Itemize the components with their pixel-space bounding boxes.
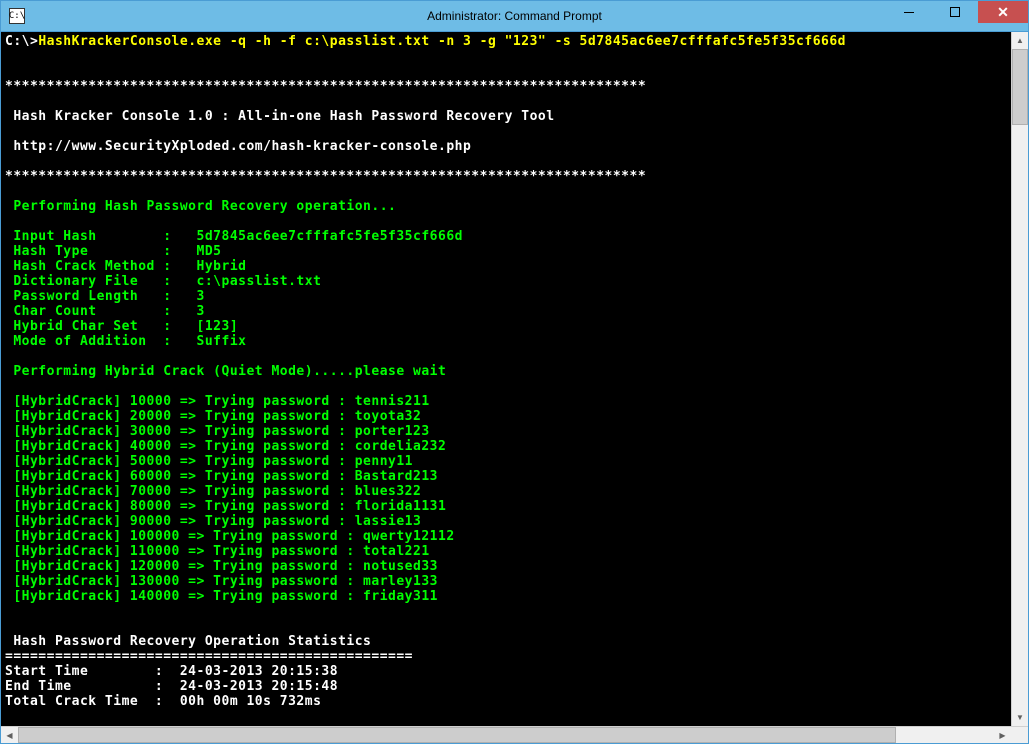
maximize-button[interactable] (932, 1, 978, 23)
minimize-icon (904, 12, 914, 13)
scroll-up-button[interactable]: ▲ (1012, 32, 1028, 49)
app-icon: C:\ (9, 8, 25, 24)
console-area: C:\>HashKrackerConsole.exe -q -h -f c:\p… (1, 31, 1028, 726)
scroll-track-vertical[interactable] (1012, 49, 1028, 709)
titlebar[interactable]: C:\ Administrator: Command Prompt ✕ (1, 1, 1028, 31)
window-controls: ✕ (886, 1, 1028, 31)
scroll-down-button[interactable]: ▼ (1012, 709, 1028, 726)
close-icon: ✕ (997, 4, 1009, 21)
scroll-corner (1011, 727, 1028, 743)
maximize-icon (950, 7, 960, 17)
scroll-thumb-vertical[interactable] (1012, 49, 1028, 125)
minimize-button[interactable] (886, 1, 932, 23)
horizontal-scrollbar[interactable]: ◀ ▶ (1, 726, 1028, 743)
command-prompt-window: C:\ Administrator: Command Prompt ✕ C:\>… (0, 0, 1029, 744)
console-output[interactable]: C:\>HashKrackerConsole.exe -q -h -f c:\p… (1, 32, 1011, 726)
scroll-left-button[interactable]: ◀ (1, 727, 18, 743)
scroll-right-button[interactable]: ▶ (994, 727, 1011, 743)
vertical-scrollbar[interactable]: ▲ ▼ (1011, 32, 1028, 726)
window-title: Administrator: Command Prompt (427, 9, 602, 23)
close-button[interactable]: ✕ (978, 1, 1028, 23)
scroll-thumb-horizontal[interactable] (18, 727, 896, 743)
scroll-track-horizontal[interactable] (18, 727, 994, 743)
